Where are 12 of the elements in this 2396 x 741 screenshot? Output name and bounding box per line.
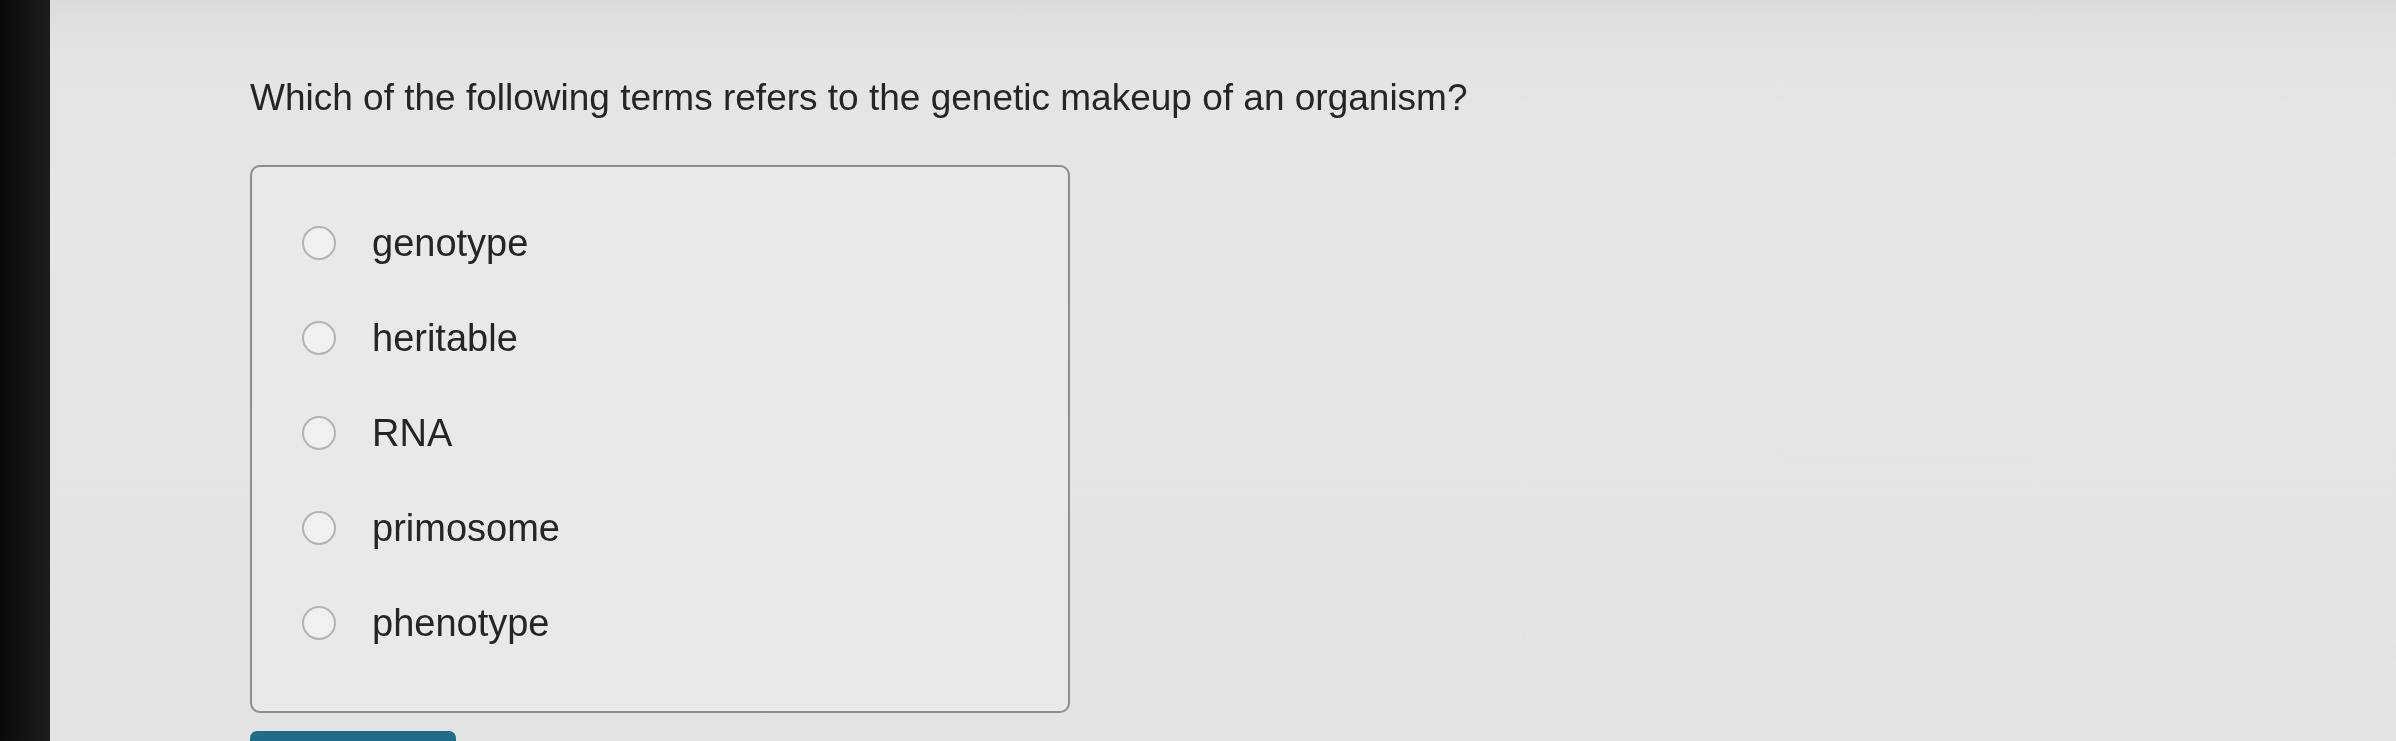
cut-off-button[interactable]: [250, 730, 456, 741]
radio-button[interactable]: [302, 510, 336, 545]
option-label[interactable]: RNA: [372, 409, 453, 456]
option-label[interactable]: genotype: [372, 219, 529, 266]
option-label[interactable]: phenotype: [372, 599, 550, 646]
option-label[interactable]: heritable: [372, 314, 518, 361]
option-label[interactable]: primosome: [372, 504, 560, 551]
question-text: Which of the following terms refers to the genetic makeup of an organism?: [250, 76, 1468, 120]
radio-button[interactable]: [302, 225, 336, 260]
radio-button[interactable]: [302, 415, 336, 450]
radio-button[interactable]: [302, 605, 336, 640]
radio-button[interactable]: [302, 320, 336, 355]
